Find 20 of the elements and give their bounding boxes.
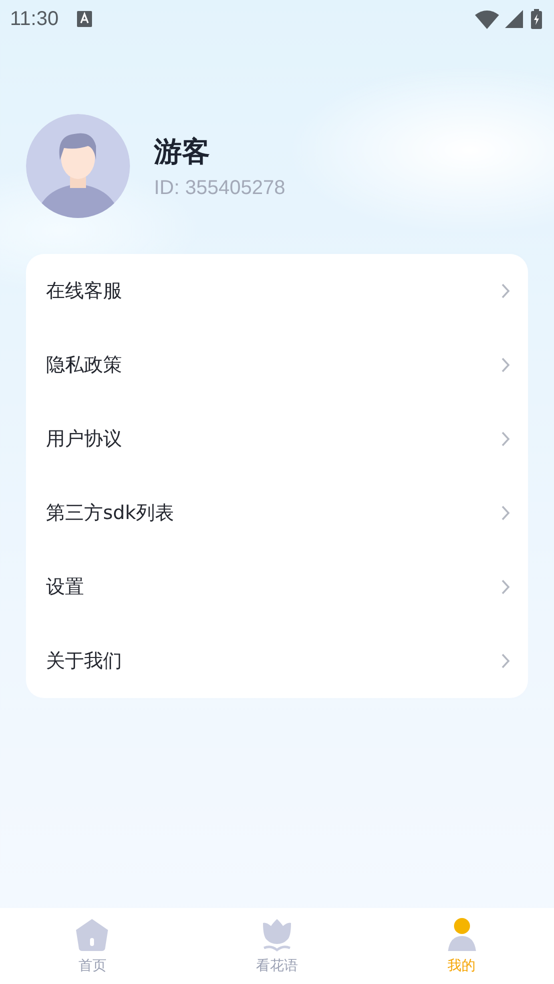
menu-item[interactable]: 第三方sdk列表 <box>26 476 528 550</box>
user-name: 游客 <box>154 134 211 170</box>
keyboard-notification-icon <box>76 11 92 27</box>
home-icon <box>74 917 110 953</box>
menu-item[interactable]: 用户协议 <box>26 402 528 476</box>
menu-item[interactable]: 隐私政策 <box>26 328 528 402</box>
chevron-right-icon <box>501 653 510 669</box>
signal-icon <box>505 10 523 28</box>
chevron-right-icon <box>501 505 510 521</box>
menu-item[interactable]: 在线客服 <box>26 254 528 328</box>
status-time: 11:30 <box>10 8 59 30</box>
menu-item[interactable]: 设置 <box>26 550 528 624</box>
chevron-right-icon <box>501 579 510 595</box>
chevron-right-icon <box>501 283 510 299</box>
chevron-right-icon <box>501 357 510 373</box>
user-id: ID: 355405278 <box>154 176 286 200</box>
chevron-right-icon <box>501 431 510 447</box>
wifi-icon <box>475 10 499 28</box>
battery-icon <box>531 9 542 29</box>
menu-item[interactable]: 关于我们 <box>26 624 528 698</box>
